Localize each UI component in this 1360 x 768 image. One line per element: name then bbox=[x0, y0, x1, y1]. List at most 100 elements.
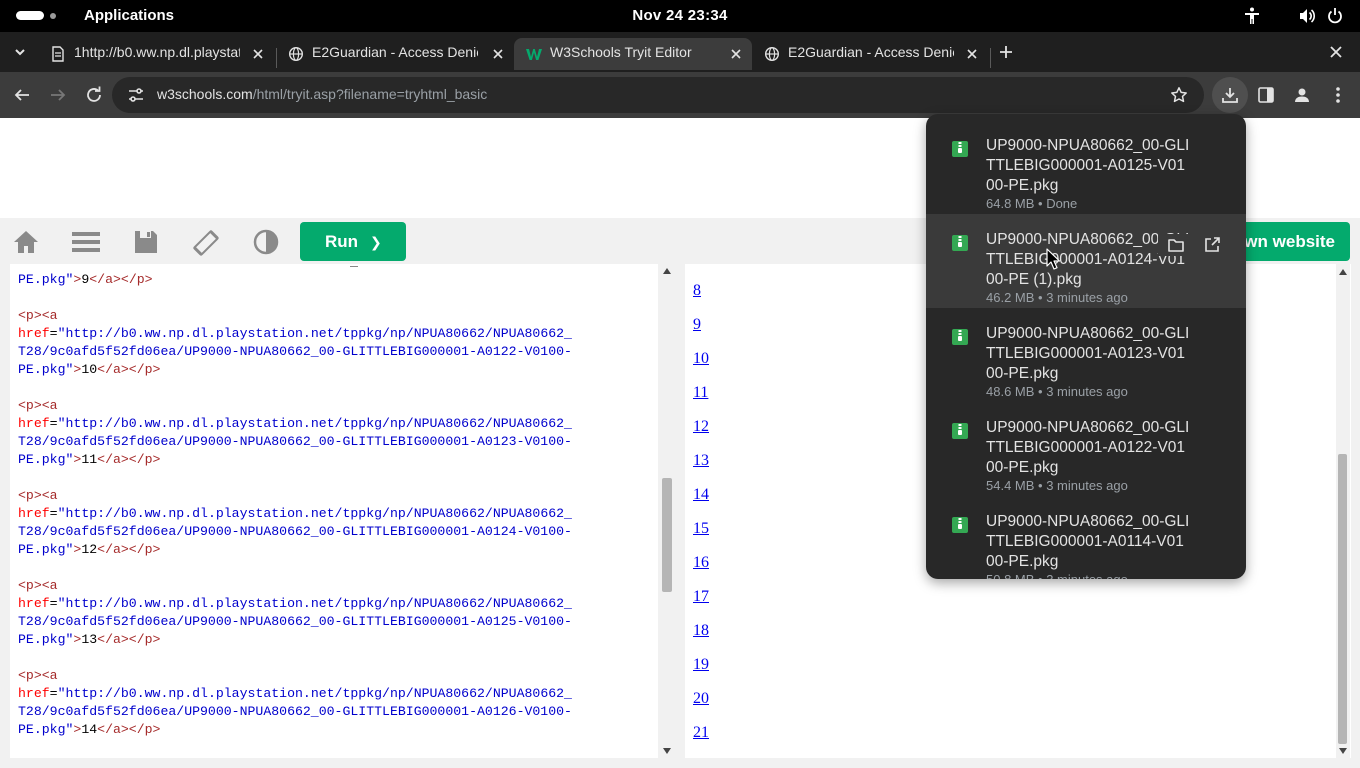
menu-kebab-icon[interactable] bbox=[1329, 86, 1347, 104]
result-link-17[interactable]: 17 bbox=[693, 588, 709, 606]
code-line: PE.pkg">10</a></p> bbox=[18, 361, 572, 379]
code-token: T28/9c0afd5f52fd06ea/UP9000-NPUA80662_00… bbox=[18, 344, 572, 359]
package-file-icon bbox=[951, 140, 969, 158]
download-item[interactable]: UP9000-NPUA80662_00-GLITTLEBIG000001-A01… bbox=[926, 214, 1246, 308]
code-editor[interactable]: PE.pkg">9</a></p> <p><a href="http://b0.w… bbox=[10, 264, 676, 758]
result-link-18[interactable]: 18 bbox=[693, 622, 709, 640]
code-token: 13 bbox=[81, 632, 98, 647]
tab-4[interactable]: E2Guardian - Access Denied bbox=[752, 38, 988, 70]
clock[interactable]: Nov 24 23:34 bbox=[0, 7, 1360, 24]
result-link-21[interactable]: 21 bbox=[693, 724, 709, 742]
code-token: = bbox=[49, 596, 58, 611]
globe-icon bbox=[764, 46, 780, 62]
close-tab-icon[interactable] bbox=[490, 46, 506, 62]
download-item[interactable]: UP9000-NPUA80662_00-GLITTLEBIG000001-A01… bbox=[926, 496, 1246, 579]
tab-3-active[interactable]: W3Schools Tryit Editor bbox=[514, 38, 752, 70]
accessibility-icon[interactable] bbox=[1244, 7, 1260, 25]
url-path: /html/tryit.asp?filename=tryhtml_basic bbox=[252, 86, 488, 102]
package-file-icon bbox=[951, 234, 969, 252]
result-link-16[interactable]: 16 bbox=[693, 554, 709, 572]
scroll-up-arrow-icon[interactable] bbox=[663, 268, 671, 274]
download-filename: UP9000-NPUA80662_00-GLITTLEBIG000001-A01… bbox=[986, 419, 1190, 476]
site-settings-icon[interactable] bbox=[127, 86, 145, 104]
code-line: PE.pkg">11</a></p> bbox=[18, 451, 572, 469]
reload-icon[interactable] bbox=[85, 86, 103, 104]
menu-hamburger-icon[interactable] bbox=[72, 229, 100, 255]
download-filename: UP9000-NPUA80662_00-GLITTLEBIG000001-A01… bbox=[986, 137, 1190, 194]
result-scrollbar[interactable] bbox=[1336, 264, 1350, 758]
code-token: T28/9c0afd5f52fd06ea/UP9000-NPUA80662_00… bbox=[18, 704, 572, 719]
download-filename: UP9000-NPUA80662_00-GLITTLEBIG000001-A01… bbox=[986, 325, 1190, 382]
code-token: = bbox=[49, 326, 58, 341]
code-line: PE.pkg">14</a></p> bbox=[18, 721, 572, 739]
download-meta: 48.6 MB • 3 minutes ago bbox=[986, 384, 1128, 399]
scroll-up-arrow-icon[interactable] bbox=[1339, 269, 1347, 275]
code-line: href="http://b0.ww.np.dl.playstation.net… bbox=[18, 415, 572, 433]
result-link-12[interactable]: 12 bbox=[693, 418, 709, 436]
rotate-orientation-icon[interactable] bbox=[192, 229, 219, 256]
scrollbar-thumb[interactable] bbox=[1338, 454, 1347, 744]
close-tab-icon[interactable] bbox=[250, 46, 266, 62]
result-link-20[interactable]: 20 bbox=[693, 690, 709, 708]
url-text: w3schools.com/html/tryit.asp?filename=tr… bbox=[157, 86, 487, 102]
code-token: T28/9c0afd5f52fd06ea/UP9000-NPUA80662_00… bbox=[18, 524, 572, 539]
mouse-pointer-icon bbox=[1046, 248, 1060, 270]
close-tab-icon[interactable] bbox=[728, 46, 744, 62]
code-token: href bbox=[18, 506, 50, 521]
scrollbar-thumb[interactable] bbox=[662, 478, 672, 592]
close-tab-icon[interactable] bbox=[964, 46, 980, 62]
forward-arrow-icon[interactable] bbox=[49, 86, 67, 104]
save-icon[interactable] bbox=[134, 229, 160, 255]
power-icon[interactable] bbox=[1327, 7, 1343, 25]
volume-icon[interactable] bbox=[1298, 7, 1316, 25]
code-token: href bbox=[18, 686, 50, 701]
result-link-8[interactable]: 8 bbox=[693, 282, 701, 300]
result-link-13[interactable]: 13 bbox=[693, 452, 709, 470]
download-item[interactable]: UP9000-NPUA80662_00-GLITTLEBIG000001-A01… bbox=[926, 120, 1246, 214]
editor-cursor-mark bbox=[350, 266, 358, 267]
code-line: href="http://b0.ww.np.dl.playstation.net… bbox=[18, 685, 572, 703]
open-file-icon[interactable] bbox=[1203, 236, 1221, 254]
package-file-icon bbox=[951, 328, 969, 346]
run-chevron-icon: ❯ bbox=[370, 234, 382, 250]
result-link-14[interactable]: 14 bbox=[693, 486, 709, 504]
code-editor-scrollbar[interactable] bbox=[658, 264, 676, 758]
show-in-folder-icon[interactable] bbox=[1167, 236, 1185, 254]
tab-search-chevron-icon[interactable] bbox=[12, 45, 28, 59]
tab-title: 1http://b0.ww.np.dl.playstation.net/tppk… bbox=[74, 44, 240, 60]
package-file-icon bbox=[951, 516, 969, 534]
code-token: = bbox=[49, 506, 58, 521]
bookmark-star-icon[interactable] bbox=[1170, 86, 1188, 104]
result-link-9[interactable]: 9 bbox=[693, 316, 701, 334]
home-icon[interactable] bbox=[13, 229, 39, 255]
dark-mode-contrast-icon[interactable] bbox=[253, 229, 279, 255]
scroll-down-arrow-icon[interactable] bbox=[1339, 748, 1347, 754]
code-token: PE.pkg" bbox=[18, 452, 74, 467]
back-arrow-icon[interactable] bbox=[13, 86, 31, 104]
result-link-10[interactable]: 10 bbox=[693, 350, 709, 368]
code-line: <p><a bbox=[18, 397, 572, 415]
code-line: PE.pkg">13</a></p> bbox=[18, 631, 572, 649]
tab-title: E2Guardian - Access Denied bbox=[312, 44, 478, 60]
code-token: PE.pkg" bbox=[18, 632, 74, 647]
profile-icon[interactable] bbox=[1293, 86, 1311, 104]
run-button[interactable]: Run ❯ bbox=[300, 222, 406, 261]
close-window-icon[interactable] bbox=[1329, 45, 1343, 59]
url-host: w3schools.com bbox=[157, 86, 253, 102]
result-link-15[interactable]: 15 bbox=[693, 520, 709, 538]
result-link-19[interactable]: 19 bbox=[693, 656, 709, 674]
new-tab-plus-icon[interactable] bbox=[998, 44, 1014, 60]
downloads-button[interactable] bbox=[1212, 77, 1248, 113]
side-panel-icon[interactable] bbox=[1257, 86, 1275, 104]
address-bar[interactable]: w3schools.com/html/tryit.asp?filename=tr… bbox=[112, 77, 1204, 113]
tab-1[interactable]: 1http://b0.ww.np.dl.playstation.net/tppk… bbox=[38, 38, 274, 70]
scroll-down-arrow-icon[interactable] bbox=[663, 748, 671, 754]
download-item[interactable]: UP9000-NPUA80662_00-GLITTLEBIG000001-A01… bbox=[926, 402, 1246, 496]
code-line: href="http://b0.ww.np.dl.playstation.net… bbox=[18, 595, 572, 613]
tab-2[interactable]: E2Guardian - Access Denied bbox=[276, 38, 514, 70]
result-link-11[interactable]: 11 bbox=[693, 384, 708, 402]
download-item[interactable]: UP9000-NPUA80662_00-GLITTLEBIG000001-A01… bbox=[926, 308, 1246, 402]
